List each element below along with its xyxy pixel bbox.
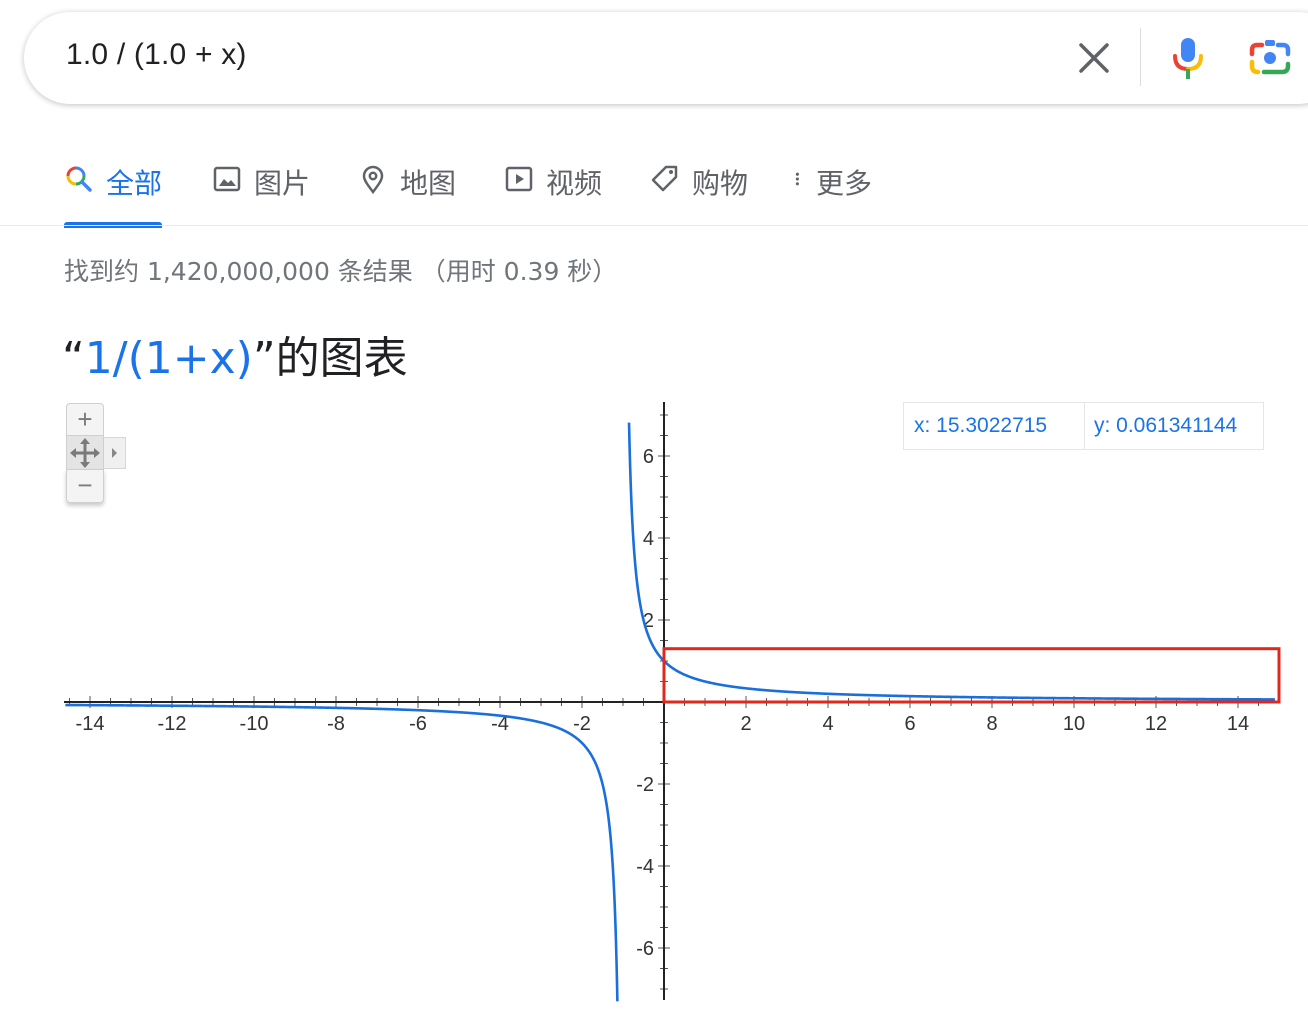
x-tick-label: -6 bbox=[409, 713, 427, 735]
readout-y: y: 0.061341144 bbox=[1094, 414, 1238, 437]
x-tick-label: 8 bbox=[986, 713, 997, 735]
x-tick-label: 4 bbox=[822, 713, 833, 735]
function-graph[interactable]: -14 -12 -10 -8 -6 -4 -2 2 4 6 8 10 12 14-6-4-2246 bbox=[0, 0, 1308, 1036]
y-tick-label: 4 bbox=[643, 528, 654, 550]
y-tick-label: -4 bbox=[636, 856, 654, 878]
curve-layer bbox=[65, 422, 1275, 1002]
readout-x: x: 15.3022715 bbox=[914, 414, 1048, 437]
x-tick-label: -10 bbox=[240, 713, 269, 735]
highlight-box bbox=[662, 647, 1281, 704]
pan-control[interactable] bbox=[66, 435, 104, 471]
x-tick-label: -8 bbox=[327, 713, 345, 735]
y-tick-label: -6 bbox=[636, 938, 654, 960]
curve-right-branch bbox=[627, 422, 1275, 701]
curve-left-branch bbox=[65, 703, 619, 1002]
x-tick-label: 6 bbox=[904, 713, 915, 735]
readout-divider bbox=[1084, 403, 1085, 449]
move-icon bbox=[70, 438, 100, 468]
y-tick-label: -2 bbox=[636, 774, 654, 796]
x-tick-label: 10 bbox=[1063, 713, 1085, 735]
zoom-out-button[interactable]: − bbox=[66, 469, 104, 503]
x-tick-label: 2 bbox=[740, 713, 751, 735]
x-tick-label: 14 bbox=[1227, 713, 1249, 735]
y-tick-label: 6 bbox=[643, 446, 654, 468]
chevron-right-icon bbox=[112, 448, 117, 458]
pan-expand-button[interactable] bbox=[104, 437, 126, 469]
x-tick-label: -12 bbox=[158, 713, 187, 735]
x-tick-label: -14 bbox=[76, 713, 105, 735]
coordinate-readout: x: 15.3022715 y: 0.061341144 bbox=[903, 402, 1264, 450]
x-tick-label: -2 bbox=[573, 713, 591, 735]
x-tick-label: 12 bbox=[1145, 713, 1167, 735]
zoom-in-button[interactable]: + bbox=[66, 403, 104, 437]
